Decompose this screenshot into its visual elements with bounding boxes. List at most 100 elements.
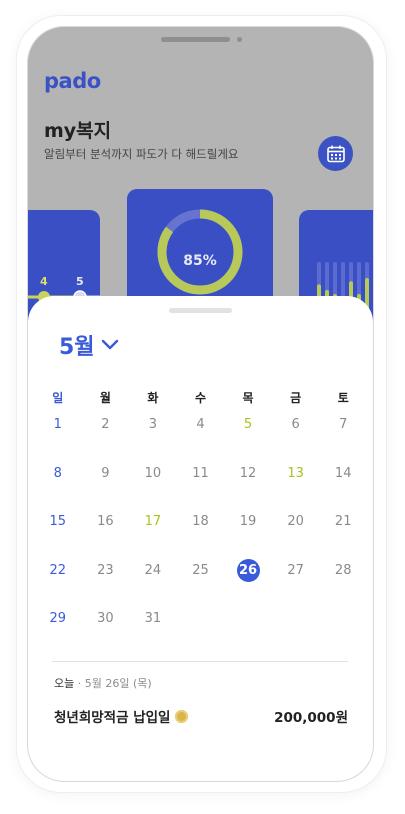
calendar-sheet: 5월 일 월 화 수 목 금 토 1 2 3 4 5 6 7 8 9 10 11 12 13 14 15 16… — [28, 296, 373, 781]
coin-icon — [175, 709, 189, 723]
weekday-label: 화 — [147, 391, 159, 405]
page-subtitle: 알림부터 분석까지 파도가 다 해드릴게요 — [44, 147, 239, 161]
calendar-day[interactable]: 31 — [129, 611, 177, 660]
weekday-header: 일 월 화 수 목 금 토 — [34, 389, 367, 406]
event-name-wrap: 청년희망적금 납입일 — [54, 706, 189, 726]
step-label-5: 5 — [76, 275, 84, 288]
calendar-day[interactable]: 7 — [319, 417, 367, 466]
calendar-day[interactable]: 17 — [129, 514, 177, 563]
day-number: 25 — [192, 562, 209, 578]
day-number: 20 — [287, 514, 304, 529]
calendar-day[interactable]: 10 — [129, 466, 177, 515]
weekday-label: 목 — [242, 391, 254, 405]
day-number — [284, 607, 307, 630]
calendar-day[interactable]: 25 — [177, 563, 225, 612]
calendar-day[interactable]: 30 — [82, 611, 130, 660]
calendar-day[interactable]: 22 — [34, 563, 82, 612]
calendar-day[interactable]: 5 — [224, 417, 272, 466]
today-separator: · — [77, 677, 82, 690]
day-number: 4 — [196, 417, 205, 432]
day-number: 24 — [144, 562, 162, 578]
day-number — [332, 607, 355, 630]
month-selector[interactable]: 5월 — [59, 329, 119, 361]
calendar-day[interactable]: 11 — [177, 466, 225, 515]
calendar-day[interactable]: 18 — [177, 514, 225, 563]
day-number: 15 — [49, 514, 67, 529]
camera-dot — [237, 37, 242, 42]
day-number: 10 — [144, 465, 162, 481]
page-title: my복지 — [44, 120, 112, 142]
today-info: 오늘 · 5월 26일 (목) — [54, 675, 152, 691]
event-amount: 200,000원 — [274, 710, 348, 726]
day-number: 17 — [144, 514, 162, 529]
calendar-day[interactable]: 16 — [82, 514, 130, 563]
day-number: 30 — [97, 611, 114, 626]
day-number: 31 — [144, 611, 162, 626]
calendar-day-empty — [272, 611, 320, 660]
day-number: 3 — [148, 417, 158, 432]
calendar-day[interactable]: 19 — [224, 514, 272, 563]
calendar-day[interactable]: 24 — [129, 563, 177, 612]
donut-percent-label: 85% — [183, 253, 217, 269]
day-number: 16 — [97, 514, 114, 529]
calendar-day[interactable]: 2 — [82, 417, 130, 466]
app-screen: pado my복지 알림부터 분석까지 파도가 다 해드릴게요 4 5 85% … — [28, 27, 373, 781]
calendar-day[interactable]: 4 — [177, 417, 225, 466]
calendar-day[interactable]: 28 — [319, 563, 367, 612]
calendar-day[interactable]: 6 — [272, 417, 320, 466]
month-label: 5월 — [59, 335, 95, 360]
day-number: 2 — [101, 417, 110, 432]
day-number: 7 — [339, 417, 348, 432]
app-logo[interactable]: pado — [44, 69, 101, 93]
day-number: 12 — [239, 465, 257, 481]
day-number: 18 — [192, 514, 209, 529]
day-number: 21 — [334, 514, 352, 529]
day-number: 5 — [243, 417, 253, 432]
day-number: 22 — [49, 562, 67, 578]
calendar-day[interactable]: 29 — [34, 611, 82, 660]
day-number: 14 — [334, 465, 352, 481]
calendar-day[interactable]: 8 — [34, 466, 82, 515]
calendar-day[interactable]: 3 — [129, 417, 177, 466]
calendar-day-empty — [224, 611, 272, 660]
calendar-day[interactable]: 26 — [224, 558, 272, 612]
calendar-day-empty — [319, 611, 367, 660]
day-number: 27 — [287, 562, 304, 578]
sheet-drag-handle[interactable] — [169, 308, 232, 313]
calendar-button[interactable] — [318, 136, 353, 171]
day-number — [189, 607, 212, 630]
calendar-day[interactable]: 1 — [34, 417, 82, 466]
calendar-day[interactable]: 23 — [82, 563, 130, 612]
day-number: 1 — [53, 417, 62, 432]
divider — [52, 661, 348, 662]
day-number: 23 — [97, 562, 114, 578]
calendar-day-empty — [177, 611, 225, 660]
calendar-day[interactable]: 20 — [272, 514, 320, 563]
calendar-day[interactable]: 14 — [319, 466, 367, 515]
calendar-day[interactable]: 21 — [319, 514, 367, 563]
weekday-label: 금 — [290, 391, 302, 405]
calendar-icon — [326, 145, 345, 162]
calendar-day[interactable]: 9 — [82, 466, 130, 515]
calendar-day[interactable]: 13 — [272, 466, 320, 515]
weekday-label: 월 — [99, 391, 111, 405]
weekday-label: 토 — [337, 391, 349, 405]
step-label-4: 4 — [40, 275, 48, 288]
day-number: 13 — [287, 465, 304, 481]
today-label: 오늘 — [54, 677, 75, 690]
day-number: 9 — [101, 465, 110, 481]
day-number: 29 — [49, 611, 67, 626]
day-number — [237, 607, 260, 630]
day-number: 8 — [53, 465, 62, 481]
calendar-grid: 1 2 3 4 5 6 7 8 9 10 11 12 13 14 15 16 17 18 19 20 21 22 23 24 2… — [34, 417, 367, 660]
today-date: 5월 26일 (목) — [84, 677, 152, 690]
event-name: 청년희망적금 납입일 — [54, 710, 171, 726]
calendar-day[interactable]: 27 — [272, 563, 320, 612]
calendar-day[interactable]: 15 — [34, 514, 82, 563]
day-number: 6 — [291, 417, 300, 432]
day-number: 28 — [334, 562, 352, 578]
calendar-day[interactable]: 12 — [224, 466, 272, 515]
day-number: 11 — [192, 465, 209, 481]
weekday-label: 일 — [52, 391, 64, 405]
event-item[interactable]: 청년희망적금 납입일 200,000원 — [54, 706, 348, 726]
